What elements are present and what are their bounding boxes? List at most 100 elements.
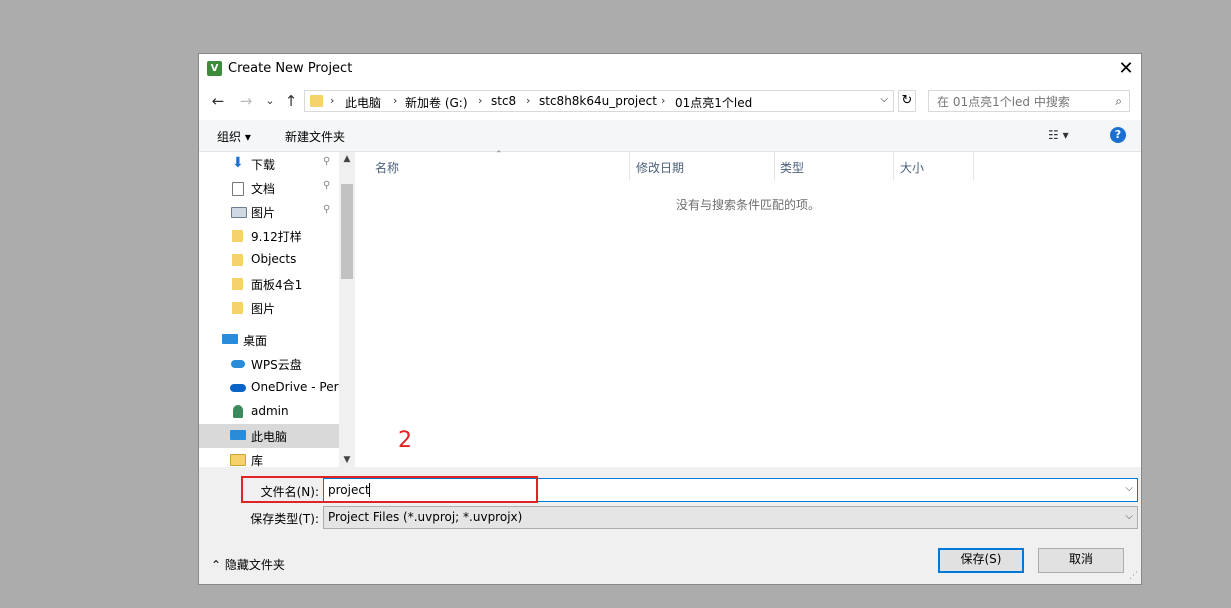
breadcrumb-sep: ›	[330, 94, 335, 107]
pictures-icon	[231, 207, 247, 218]
sort-ascending-icon: ⌃	[495, 150, 503, 160]
user-icon	[233, 405, 243, 418]
empty-message: 没有与搜索条件匹配的项。	[675, 198, 820, 212]
window-title: Create New Project	[228, 61, 353, 76]
organize-menu[interactable]: 组织 ▾	[217, 128, 251, 145]
navigation-bar: ← → ⌄ ↑ › 此电脑 › 新加卷 (G:) › stc8 › stc8h8…	[199, 84, 1141, 120]
sidebar-item-label: OneDrive - Per	[251, 380, 339, 394]
sidebar-item-library[interactable]: 库	[199, 448, 339, 467]
folder-icon	[232, 230, 243, 242]
new-folder-button[interactable]: 新建文件夹	[285, 128, 345, 145]
column-divider[interactable]	[629, 152, 630, 180]
download-icon: ⬇	[232, 155, 244, 171]
forward-button[interactable]: →	[237, 92, 255, 110]
file-list-pane: ⌃ 名称 修改日期 类型 大小 没有与搜索条件匹配的项。	[355, 150, 1141, 467]
column-divider[interactable]	[893, 152, 894, 180]
sidebar-item-downloads[interactable]: ⬇ 下载 ⚲	[199, 152, 339, 176]
breadcrumb-sep: ›	[526, 94, 531, 107]
sidebar-item-objects[interactable]: Objects	[199, 248, 339, 272]
chevron-down-icon[interactable]: ⌵	[1125, 511, 1133, 522]
sidebar-item-label: admin	[251, 404, 289, 418]
sidebar-item-label: 面板4合1	[251, 278, 303, 292]
navigation-pane: ⬇ 下载 ⚲ 文档 ⚲ 图片 ⚲ 9.12打样 Objects 面板4合1 图片…	[199, 152, 355, 467]
column-header-size[interactable]: 大小	[900, 159, 924, 176]
cloud-icon	[231, 360, 245, 368]
breadcrumb-project[interactable]: stc8h8k64u_project	[539, 94, 657, 108]
folder-icon	[232, 302, 243, 314]
address-dropdown-icon[interactable]: ⌵	[880, 94, 888, 105]
sidebar-item-label: 桌面	[243, 334, 268, 348]
close-button[interactable]: ✕	[1111, 54, 1141, 84]
filetype-label: 保存类型(T):	[250, 512, 319, 526]
resize-grip-icon[interactable]: ⋰	[1129, 571, 1138, 581]
view-options-icon[interactable]: ☷ ▾	[1048, 128, 1069, 142]
breadcrumb-stc8[interactable]: stc8	[491, 94, 516, 108]
sidebar-item-onedrive[interactable]: OneDrive - Per	[199, 376, 339, 400]
back-button[interactable]: ←	[209, 92, 227, 110]
cancel-button[interactable]: 取消	[1038, 548, 1124, 573]
recent-locations-button[interactable]: ⌄	[261, 92, 279, 110]
scrollbar-thumb[interactable]	[341, 184, 353, 279]
keil-app-icon: V	[207, 61, 222, 76]
sidebar-item-this-pc[interactable]: 此电脑	[199, 424, 339, 448]
annotation-highlight-box	[241, 476, 538, 503]
column-header-date[interactable]: 修改日期	[636, 159, 684, 176]
column-divider[interactable]	[973, 152, 974, 180]
sidebar-item-label: 此电脑	[251, 430, 288, 444]
column-header-type[interactable]: 类型	[780, 159, 804, 176]
sidebar-item-documents[interactable]: 文档 ⚲	[199, 176, 339, 200]
search-box[interactable]: ⌕	[928, 90, 1130, 112]
column-header-name[interactable]: 名称	[375, 159, 399, 176]
address-bar[interactable]: › 此电脑 › 新加卷 (G:) › stc8 › stc8h8k64u_pro…	[304, 90, 894, 112]
chevron-down-icon[interactable]: ⌵	[1125, 483, 1133, 494]
sidebar-item-label: 下载	[251, 158, 276, 172]
pin-icon: ⚲	[323, 156, 331, 167]
sidebar-scrollbar[interactable]: ▲ ▼	[339, 152, 355, 467]
desktop-icon	[222, 334, 238, 344]
pin-icon: ⚲	[323, 180, 331, 191]
onedrive-icon	[230, 384, 246, 392]
breadcrumb-sep: ›	[478, 94, 483, 107]
refresh-button[interactable]: ↻	[898, 90, 916, 112]
search-icon: ⌕	[1115, 94, 1122, 108]
scroll-down-icon[interactable]: ▼	[339, 455, 355, 465]
sidebar-item-admin[interactable]: admin	[199, 400, 339, 424]
sidebar-item-panel[interactable]: 面板4合1	[199, 272, 339, 296]
hide-folders-button[interactable]: ⌃ 隐藏文件夹	[211, 556, 285, 573]
up-button[interactable]: ↑	[282, 92, 300, 110]
pin-icon: ⚲	[323, 204, 331, 215]
document-icon	[232, 182, 244, 196]
computer-icon	[230, 430, 246, 440]
folder-icon	[232, 254, 243, 266]
folder-icon	[310, 95, 323, 107]
sidebar-item-label: 图片	[251, 302, 276, 316]
sidebar-item-wps-cloud[interactable]: WPS云盘	[199, 352, 339, 376]
breadcrumb-current-folder[interactable]: 01点亮1个led	[675, 94, 752, 111]
sidebar-item-label: 图片	[251, 206, 276, 220]
breadcrumb-this-pc[interactable]: 此电脑	[345, 94, 381, 111]
breadcrumb-sep: ›	[661, 94, 666, 107]
sidebar-item-label: 文档	[251, 182, 276, 196]
sidebar-item-pictures[interactable]: 图片 ⚲	[199, 200, 339, 224]
sidebar-item-label: WPS云盘	[251, 358, 302, 372]
sidebar-item-pictures-folder[interactable]: 图片	[199, 296, 339, 320]
sidebar-item-label: 9.12打样	[251, 230, 302, 244]
filetype-value: Project Files (*.uvproj; *.uvprojx)	[328, 510, 523, 524]
breadcrumb-sep: ›	[393, 94, 398, 107]
search-input[interactable]	[935, 93, 1109, 111]
sidebar-item-label: 库	[251, 454, 264, 467]
sidebar-item-desktop[interactable]: 桌面	[199, 328, 339, 352]
breadcrumb-drive[interactable]: 新加卷 (G:)	[405, 94, 468, 111]
create-project-dialog: V Create New Project ✕ ← → ⌄ ↑ › 此电脑 › 新…	[198, 53, 1142, 585]
sidebar-item-folder-9-12[interactable]: 9.12打样	[199, 224, 339, 248]
scroll-up-icon[interactable]: ▲	[339, 154, 355, 164]
folder-icon	[232, 278, 243, 290]
library-icon	[230, 454, 246, 466]
command-toolbar: 组织 ▾ 新建文件夹 ☷ ▾ ?	[199, 120, 1141, 152]
save-button[interactable]: 保存(S)	[938, 548, 1024, 573]
title-bar: V Create New Project ✕	[199, 54, 1141, 84]
filetype-select[interactable]: Project Files (*.uvproj; *.uvprojx) ⌵	[323, 506, 1138, 529]
help-icon[interactable]: ?	[1110, 127, 1126, 143]
column-divider[interactable]	[774, 152, 775, 180]
annotation-step-number: 2	[398, 428, 412, 453]
